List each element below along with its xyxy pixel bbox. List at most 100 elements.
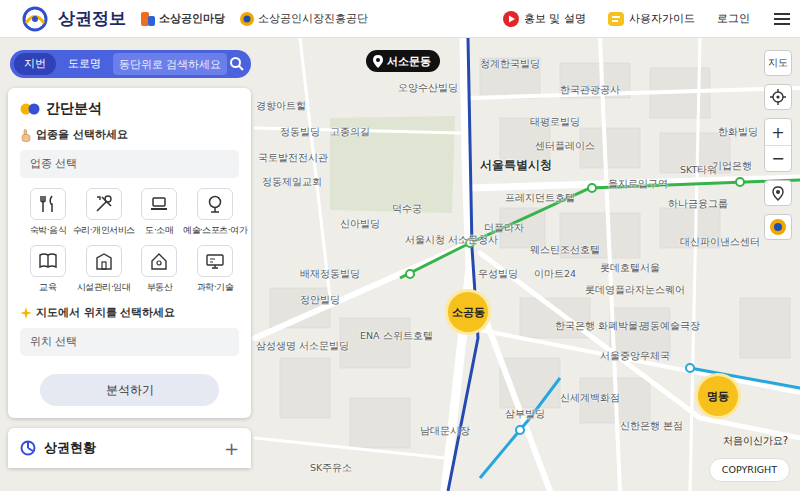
map-label[interactable]: 대신파이낸스센터 <box>680 236 760 247</box>
site-title[interactable]: 상권정보 <box>58 7 126 30</box>
map-label[interactable]: 기업은행 <box>712 160 752 171</box>
copyright-button[interactable]: COPYRIGHT <box>709 458 790 482</box>
category-label: 숙박·음식 <box>30 224 66 237</box>
map-label[interactable]: 프레지던트호텔 <box>505 192 575 203</box>
map-label[interactable]: 신세계백화점 <box>560 392 620 403</box>
header-link[interactable]: 홍보 및 설명 <box>503 11 586 27</box>
map-label[interactable]: 서울중앙우체국 <box>600 350 670 361</box>
location-badge: 서소문동 <box>366 50 440 72</box>
map-label[interactable]: SK주유소 <box>310 462 352 473</box>
marker-button[interactable] <box>764 180 792 206</box>
hamburger-icon[interactable] <box>774 12 790 26</box>
map-label[interactable]: 더플라자 <box>484 222 524 233</box>
zoom-in-button[interactable]: + <box>765 119 791 145</box>
laptop-icon <box>149 194 169 214</box>
map-label[interactable]: 서울특별시청 <box>480 158 552 172</box>
header-link[interactable]: 로그인 <box>717 11 750 26</box>
district-cluster[interactable]: 명동 <box>695 373 741 419</box>
category-button[interactable]: 예술·스포츠·여가 <box>187 188 243 237</box>
map-label[interactable]: 롯데호텔서울 <box>600 262 660 273</box>
category-button[interactable]: 숙박·음식 <box>20 188 76 237</box>
map-label[interactable]: 이마트24 <box>534 268 576 279</box>
category-label: 과학·기술 <box>197 281 233 294</box>
map-label[interactable]: 삼부빌딩 <box>505 408 545 419</box>
map-label[interactable]: 경향아트힐 <box>256 100 306 111</box>
map-label[interactable]: 신아빌딩 <box>340 218 380 229</box>
expand-toggle[interactable]: + <box>224 438 239 459</box>
map-label[interactable]: 명동예술극장 <box>640 320 700 331</box>
map-label[interactable]: 신한은행 본점 <box>620 420 683 431</box>
map-label[interactable]: 태평로빌딩 <box>530 116 580 127</box>
map-area[interactable]: 경향아트힐정동빌딩 고종의길국토발전전시관 오양수산빌딩 청계한국빌딩한국관광공사태평… <box>0 38 800 491</box>
map-label[interactable]: ENA 스위트호텔 <box>360 330 433 341</box>
partner-logo[interactable]: 소상공인시장진흥공단 <box>239 11 368 27</box>
fork-knife-icon <box>38 194 58 214</box>
industry-prompt: 업종을 선택하세요 <box>20 128 243 142</box>
district-cluster[interactable]: 소공동 <box>445 289 491 335</box>
map-label[interactable]: 눈스퀘어 <box>645 284 685 295</box>
header-link-label: 사용자가이드 <box>629 11 695 26</box>
map-label[interactable]: 한국관광공사 <box>560 84 620 95</box>
search-tab[interactable]: 지번 <box>14 53 56 75</box>
map-label[interactable]: 웨스틴조선호텔 <box>530 244 600 255</box>
agency-mark-icon <box>239 11 255 27</box>
market-status-panel[interactable]: 상권현황+ <box>8 428 251 468</box>
category-icon-box <box>30 188 66 220</box>
map-label[interactable]: 덕수궁 <box>392 203 422 214</box>
category-button[interactable]: 시설관리·임대 <box>76 245 132 294</box>
category-label: 도·소매 <box>145 224 173 237</box>
map-label[interactable]: 하나금융그룹 <box>668 198 728 209</box>
industry-select[interactable]: 업종 선택 <box>20 150 239 178</box>
map-label[interactable]: SKT타워 <box>680 164 717 175</box>
two-dots-icon <box>20 103 40 115</box>
building-icon <box>94 251 114 271</box>
map-label[interactable]: 센터플레이스 <box>535 140 595 151</box>
map-label[interactable]: 정동빌딩 <box>280 126 320 137</box>
category-button[interactable]: 부동산 <box>132 245 188 294</box>
category-button[interactable]: 도·소매 <box>132 188 188 237</box>
category-icon-box <box>197 245 233 277</box>
header-link[interactable]: 사용자가이드 <box>608 11 695 27</box>
map-type-button[interactable]: 지도 <box>764 50 792 76</box>
panel-title: 간단분석 <box>46 100 102 118</box>
search-icon[interactable] <box>229 56 245 72</box>
map-label[interactable]: 우성빌딩 <box>478 268 518 279</box>
category-grid: 숙박·음식 수리·개인서비스 도·소매 예술·스포츠·여가교육시설관리·임대 부동산 과학… <box>20 188 243 294</box>
map-label[interactable]: 청계한국빌딩 <box>480 58 540 69</box>
sparkle-icon <box>20 307 32 319</box>
map-label[interactable]: 정안빌딩 <box>300 294 340 305</box>
map-label[interactable]: 롯데영플라자 <box>585 284 645 295</box>
crosshair-icon <box>770 89 786 105</box>
logo-icon <box>20 6 50 32</box>
map-label[interactable]: 고종의길 <box>330 126 370 137</box>
map-label[interactable]: 삼성생명 서소문빌딩 <box>256 340 349 351</box>
map-label[interactable]: 을지로입구역 <box>608 178 668 189</box>
locate-button[interactable] <box>764 84 792 110</box>
first-visit-help[interactable]: 처음이신가요? <box>723 434 788 448</box>
analyze-button[interactable]: 분석하기 <box>40 374 219 406</box>
partner-logo[interactable]: 소상공인마당 <box>140 11 225 27</box>
agency-button[interactable] <box>764 214 792 240</box>
location-name: 서소문동 <box>387 54 431 69</box>
map-label[interactable]: 남대문시장 <box>420 425 470 436</box>
category-button[interactable]: 과학·기술 <box>187 245 243 294</box>
book-icon <box>38 251 58 271</box>
map-label[interactable]: 국토발전전시관 <box>258 152 328 163</box>
category-label: 시설관리·임대 <box>77 281 130 294</box>
location-select[interactable]: 위치 선택 <box>20 328 239 356</box>
map-label[interactable]: 한국은행 화폐박물관 <box>555 320 648 331</box>
map-label[interactable]: 한화빌딩 <box>718 126 758 137</box>
play-icon <box>503 11 519 27</box>
category-label: 부동산 <box>147 281 173 294</box>
category-button[interactable]: 교육 <box>20 245 76 294</box>
map-label[interactable]: 오양수산빌딩 <box>398 82 458 93</box>
map-label[interactable]: 정동제일교회 <box>262 176 322 187</box>
search-tab[interactable]: 도로명 <box>58 53 111 75</box>
zoom-out-button[interactable]: − <box>765 145 791 171</box>
category-button[interactable]: 수리·개인서비스 <box>76 188 132 237</box>
category-label: 수리·개인서비스 <box>73 224 135 237</box>
search-input[interactable] <box>113 53 227 75</box>
map-label[interactable]: 배재정동빌딩 <box>300 268 360 279</box>
map-label[interactable]: 서울시청 서소문청사 <box>405 234 498 245</box>
location-prompt: 지도에서 위치를 선택하세요 <box>20 306 243 320</box>
